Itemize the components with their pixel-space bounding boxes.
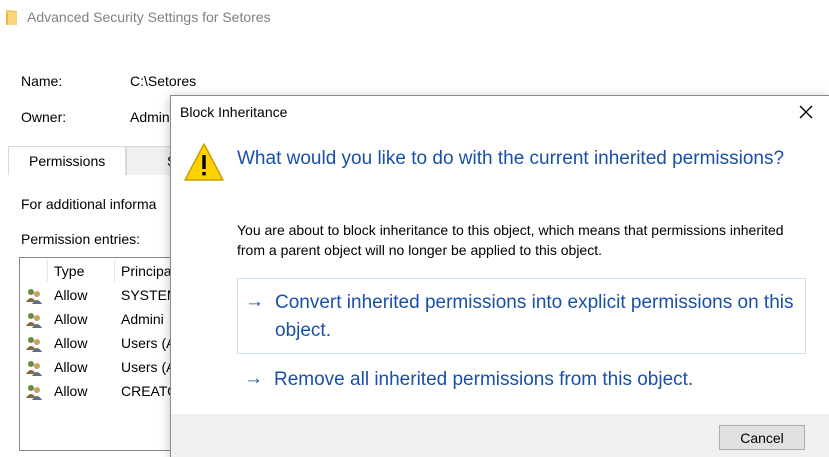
block-inheritance-dialog: Block Inheritance What would you like to… <box>170 95 829 457</box>
row-type: Allow <box>54 287 88 303</box>
folder-icon <box>6 10 17 25</box>
convert-permissions-label: Convert inherited permissions into expli… <box>275 292 794 341</box>
row-type: Allow <box>54 359 88 375</box>
row-type: Allow <box>54 311 88 327</box>
parent-window-title: Advanced Security Settings for Setores <box>27 9 271 25</box>
row-type: Allow <box>54 383 88 399</box>
info-text: For additional informa <box>21 196 157 212</box>
dialog-footer: Cancel <box>171 414 829 457</box>
arrow-right-icon: → <box>245 291 264 312</box>
users-icon <box>26 337 42 352</box>
tab-permissions-label: Permissions <box>29 153 106 169</box>
table-row[interactable]: Allow Users (A <box>20 333 188 357</box>
owner-label: Owner: <box>21 109 67 125</box>
name-label: Name: <box>21 73 63 89</box>
dialog-description: You are about to block inheritance to th… <box>237 222 784 258</box>
column-header-type[interactable]: Type <box>54 263 84 279</box>
arrow-right-icon: → <box>244 368 263 389</box>
column-separator <box>47 260 48 282</box>
column-separator <box>114 260 115 282</box>
permission-entries-label: Permission entries: <box>21 231 141 247</box>
close-button[interactable] <box>783 96 829 128</box>
users-icon <box>26 313 42 328</box>
users-icon <box>26 385 42 400</box>
dialog-heading: What would you like to do with the curre… <box>237 148 785 169</box>
warning-icon <box>184 143 224 181</box>
users-icon <box>26 289 42 304</box>
row-type: Allow <box>54 335 88 351</box>
row-principal: Users (A <box>121 359 176 375</box>
cancel-button[interactable]: Cancel <box>719 425 805 450</box>
permission-entries-list[interactable]: Type Principa Allow SYSTEM Allow Admini … <box>19 257 189 451</box>
tab-permissions[interactable]: Permissions <box>8 146 126 175</box>
table-row[interactable]: Allow CREATO <box>20 381 188 405</box>
column-header-principal[interactable]: Principa <box>121 263 172 279</box>
convert-permissions-option[interactable]: → Convert inherited permissions into exp… <box>237 278 806 354</box>
remove-permissions-option[interactable]: → Remove all inherited permissions from … <box>237 364 806 398</box>
remove-permissions-label: Remove all inherited permissions from th… <box>274 369 694 390</box>
row-principal: Admini <box>121 311 164 327</box>
table-row[interactable]: Allow SYSTEM <box>20 285 188 309</box>
parent-title-bar: Advanced Security Settings for Setores <box>0 0 829 36</box>
close-icon <box>799 105 813 119</box>
name-value: C:\Setores <box>130 73 197 89</box>
users-icon <box>26 361 42 376</box>
table-row[interactable]: Allow Admini <box>20 309 188 333</box>
table-row[interactable]: Allow Users (A <box>20 357 188 381</box>
row-principal: Users (A <box>121 335 176 351</box>
dialog-title: Block Inheritance <box>180 104 288 120</box>
owner-value: Admin <box>130 109 170 125</box>
